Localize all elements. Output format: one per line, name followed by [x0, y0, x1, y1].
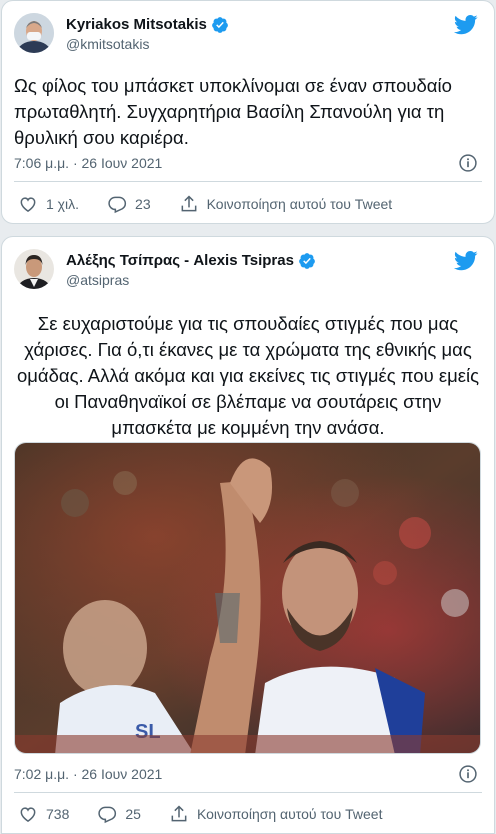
share-label: Κοινοποίηση αυτού του Tweet — [206, 196, 393, 212]
share-icon — [171, 805, 187, 822]
share-button[interactable]: Κοινοποίηση αυτού του Tweet — [169, 804, 383, 824]
tweet-header: Αλέξης Τσίπρας - Alexis Tsipras @atsipra… — [14, 249, 482, 293]
like-count: 738 — [46, 806, 70, 822]
tweet-actions: 1 χιλ. 23 Κοινοποίηση αυτού του Tweet — [18, 194, 482, 214]
display-name-text[interactable]: Αλέξης Τσίπρας - Alexis Tsipras — [66, 251, 294, 271]
tweet-card[interactable]: Αλέξης Τσίπρας - Alexis Tsipras @atsipra… — [1, 236, 495, 834]
verified-badge-icon — [212, 17, 228, 33]
share-button[interactable]: Κοινοποίηση αυτού του Tweet — [179, 194, 393, 214]
reply-count: 23 — [135, 196, 151, 212]
tweet-text: Σε ευχαριστούμε για τις σπουδαίες στιγμέ… — [16, 313, 480, 438]
avatar[interactable] — [14, 249, 54, 289]
reply-button[interactable]: 25 — [97, 804, 141, 824]
reply-bubble-icon — [98, 806, 117, 824]
tweet-header: Kyriakos Mitsotakis @kmitsotakis — [14, 13, 482, 57]
reply-button[interactable]: 23 — [107, 194, 151, 214]
info-icon[interactable] — [458, 764, 478, 784]
display-name-text[interactable]: Kyriakos Mitsotakis — [66, 15, 207, 35]
verified-badge-icon — [299, 253, 315, 269]
divider — [14, 181, 482, 182]
tweet-photo[interactable]: SL — [14, 442, 481, 754]
handle[interactable]: @atsipras — [66, 271, 316, 289]
tweet-text: Ως φίλος του μπάσκετ υποκλίνομαι σε έναν… — [14, 75, 452, 148]
like-button[interactable]: 1 χιλ. — [18, 194, 79, 214]
twitter-bird-icon[interactable] — [454, 15, 478, 35]
tweet-timestamp[interactable]: 7:02 μ.μ. · 26 Ιουν 2021 — [14, 766, 162, 782]
like-count: 1 χιλ. — [46, 196, 80, 212]
reply-count: 25 — [125, 806, 141, 822]
handle[interactable]: @kmitsotakis — [66, 35, 229, 53]
reply-bubble-icon — [108, 196, 127, 214]
share-label: Κοινοποίηση αυτού του Tweet — [196, 806, 383, 822]
tweet-card[interactable]: Kyriakos Mitsotakis @kmitsotakis Ως φίλο… — [1, 0, 495, 224]
tweet-actions: 738 25 Κοινοποίηση αυτού του Tweet — [18, 804, 482, 824]
like-button[interactable]: 738 — [18, 804, 69, 824]
tweet-timestamp[interactable]: 7:06 μ.μ. · 26 Ιουν 2021 — [14, 155, 162, 171]
avatar[interactable] — [14, 13, 54, 53]
twitter-bird-icon[interactable] — [454, 251, 478, 271]
info-icon[interactable] — [458, 153, 478, 173]
display-name[interactable]: Αλέξης Τσίπρας - Alexis Tsipras — [66, 251, 316, 271]
display-name[interactable]: Kyriakos Mitsotakis — [66, 15, 229, 35]
share-icon — [181, 195, 197, 212]
heart-icon — [20, 807, 36, 822]
heart-icon — [20, 197, 36, 212]
divider — [14, 792, 482, 793]
